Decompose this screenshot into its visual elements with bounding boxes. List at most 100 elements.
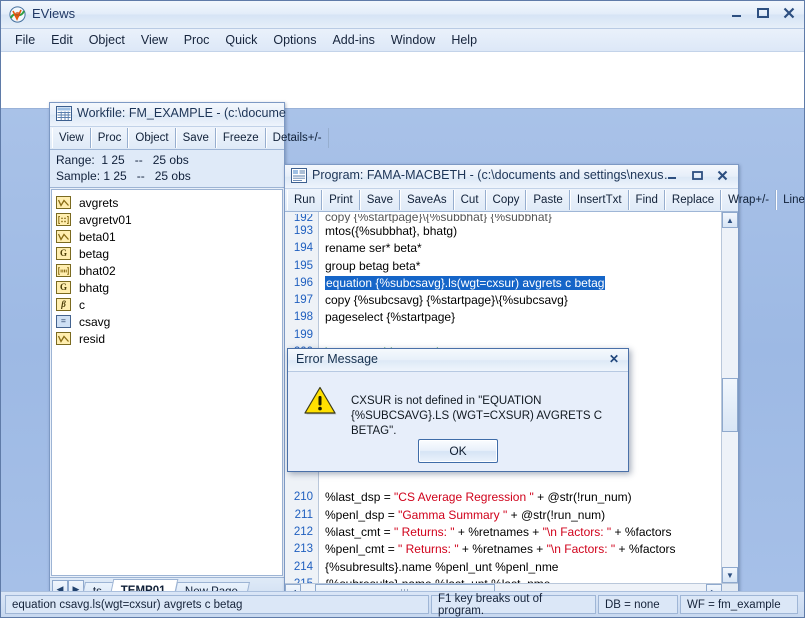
vscroll-track[interactable] [722,228,738,567]
code-line: mtos({%subbhat}, bhatg) [325,224,458,238]
code-line: pageselect {%startpage} [325,310,456,325]
program-title-text: Program: FAMA-MACBETH - (c:\documents an… [312,168,677,182]
code-line: {%subresults}.name %penl_unt %penl_nme [325,559,559,574]
page-tab-prev-button[interactable]: ◀ [52,580,68,591]
menu-options[interactable]: Options [265,31,324,49]
line-number: 215 [285,576,318,583]
vscroll-thumb[interactable] [722,378,738,432]
close-icon[interactable] [780,5,797,20]
object-name: c [79,297,85,312]
line-number: 199 [293,328,313,341]
program-icon [291,168,307,184]
workfile-window[interactable]: Workfile: FM_EXAMPLE - (c:\docume View P… [49,102,329,591]
error-dialog-message: CXSUR is not defined in "EQUATION {%SUBC… [351,395,603,437]
replace-button[interactable]: Replace [664,190,722,210]
coef-icon: β [56,298,71,311]
list-item[interactable]: resid [56,330,282,347]
code-line-selected: equation {%subcsavg}.ls(wgt=cxsur) avgre… [325,275,721,292]
close-icon[interactable]: ✕ [609,352,619,366]
object-name: avgretv01 [79,212,132,227]
scroll-left-icon[interactable]: ◀ [285,584,301,591]
workfile-object-button[interactable]: Object [128,128,176,148]
line-number: 211 [294,508,313,521]
scroll-right-icon[interactable]: ▶ [706,584,722,591]
menu-object[interactable]: Object [81,31,133,49]
scroll-up-icon[interactable]: ▲ [722,212,738,228]
status-command-text: equation csavg.ls(wgt=cxsur) avgrets c b… [5,595,429,614]
ok-button[interactable]: OK [418,439,498,463]
object-name: betag [79,246,110,261]
scroll-down-icon[interactable]: ▼ [722,567,738,583]
workfile-range-panel: Range: 1 25 -- 25 obs Sample: 1 25 -- 25… [50,150,284,188]
workfile-view-button[interactable]: View [52,128,91,148]
menu-window[interactable]: Window [383,31,443,49]
page-tab-ts[interactable]: ts [80,582,114,591]
list-item[interactable]: bhat02 [56,262,282,279]
error-message-dialog[interactable]: Error Message ✕ CXSUR is not defined in … [287,348,629,472]
saveas-button[interactable]: SaveAs [399,190,454,210]
workfile-object-list[interactable]: avgrets avgretv01 beta01 G betag bhat02 … [51,189,283,576]
eviews-application-window: EViews File Edit Object View Proc Quick … [0,0,805,618]
menu-quick[interactable]: Quick [217,31,265,49]
line-number: 213 [293,543,313,556]
page-tab-temp01[interactable]: TEMP01 [108,579,179,591]
vector-icon [56,264,71,277]
list-item[interactable]: β c [56,296,282,313]
run-button[interactable]: Run [287,190,323,210]
page-tab-new-page[interactable]: New Page [172,582,250,591]
minimize-icon[interactable] [664,168,681,183]
cut-button[interactable]: Cut [453,190,486,210]
maximize-icon[interactable] [754,5,771,20]
list-item[interactable]: avgrets [56,194,282,211]
menu-addins[interactable]: Add-ins [324,31,382,49]
object-name: bhatg [79,280,110,295]
program-horizontal-scrollbar[interactable]: ◀ ||| ▶ [285,583,738,591]
workfile-save-button[interactable]: Save [175,128,216,148]
code-line: %last_cmt = " Returns: " + %retnames + "… [325,524,672,539]
line-number: 212 [293,525,313,538]
list-item[interactable]: G betag [56,245,282,262]
minimize-icon[interactable] [728,5,745,20]
inserttxt-button[interactable]: InsertTxt [569,190,629,210]
page-tab-next-button[interactable]: ▶ [68,580,84,591]
close-icon[interactable] [714,168,731,183]
object-name: csavg [79,314,111,329]
find-button[interactable]: Find [628,190,665,210]
copy-button[interactable]: Copy [485,190,527,210]
program-vertical-scrollbar[interactable]: ▲ ▼ [721,212,738,583]
matrix-icon [56,213,71,226]
wrap-button[interactable]: Wrap+/- [721,190,777,210]
series-graph-icon [56,230,71,243]
maximize-icon[interactable] [689,168,706,183]
workfile-freeze-button[interactable]: Freeze [215,128,266,148]
workfile-details-button[interactable]: Details+/- [265,128,329,148]
workfile-proc-button[interactable]: Proc [90,128,129,148]
scrollbar-corner [722,584,738,591]
save-button[interactable]: Save [359,190,400,210]
list-item[interactable]: G bhatg [56,279,282,296]
menu-file[interactable]: File [7,31,43,49]
error-dialog-footer: OK [288,439,628,479]
code-line: %penl_cmt = " Returns: " + %retnames + "… [325,542,676,557]
hscroll-track[interactable]: ||| [301,584,706,591]
menu-help[interactable]: Help [443,31,485,49]
line-number: 194 [293,242,313,255]
menu-proc[interactable]: Proc [176,31,218,49]
list-item[interactable]: avgretv01 [56,211,282,228]
selected-code-text: equation {%subcsavg}.ls(wgt=cxsur) avgre… [325,275,606,290]
list-item[interactable]: = csavg [56,313,282,330]
menu-edit[interactable]: Edit [43,31,81,49]
paste-button[interactable]: Paste [526,190,570,210]
status-bar: equation csavg.ls(wgt=cxsur) avgrets c b… [1,591,804,617]
print-button[interactable]: Print [322,190,360,210]
menu-view[interactable]: View [133,31,176,49]
mdi-client-area: Workfile: FM_EXAMPLE - (c:\docume View P… [1,52,804,591]
list-item[interactable]: beta01 [56,228,282,245]
hscroll-thumb[interactable]: ||| [315,584,495,591]
status-wf-indicator: WF = fm_example [680,595,798,614]
linenum-button[interactable]: LineNum [776,190,804,210]
object-name: beta01 [79,229,116,244]
error-dialog-title: Error Message [296,352,378,366]
workfile-toolbar: View Proc Object Save Freeze Details+/- [50,127,329,150]
